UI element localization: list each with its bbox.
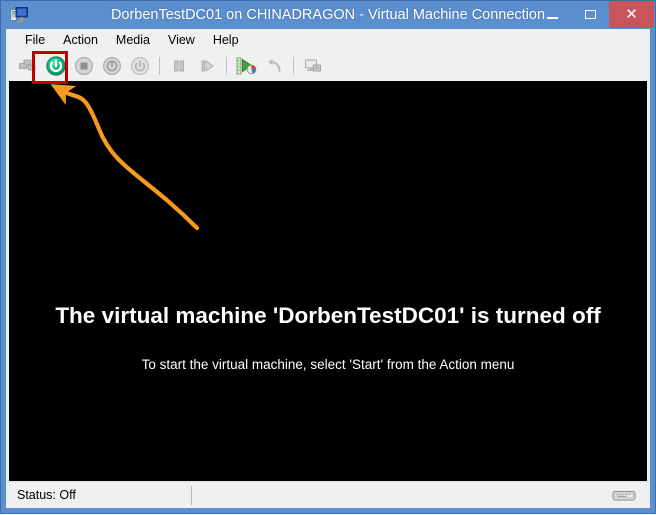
toolbar-separator-2 (226, 57, 227, 75)
toolbar-revert-button (260, 53, 288, 79)
menu-view[interactable]: View (159, 31, 204, 49)
title-bar[interactable]: DorbenTestDC01 on CHINADRAGON - Virtual … (1, 1, 655, 29)
minimize-icon (546, 17, 558, 19)
toolbar-save-state-button (126, 53, 154, 79)
menu-bar: File Action Media View Help (6, 29, 650, 51)
resume-icon (201, 60, 214, 72)
toolbar-pause-button (165, 53, 193, 79)
menu-action[interactable]: Action (54, 31, 107, 49)
status-separator (191, 486, 192, 505)
vm-status-message-title: The virtual machine 'DorbenTestDC01' is … (55, 303, 601, 328)
toolbar-shut-down-button (98, 53, 126, 79)
maximize-button[interactable] (571, 1, 609, 28)
toolbar-enhanced-session-button (299, 53, 327, 79)
ctrl-alt-delete-icon (19, 59, 36, 71)
vm-status-message-subtitle: To start the virtual machine, select 'St… (141, 357, 515, 372)
menu-media[interactable]: Media (107, 31, 159, 49)
toolbar-separator-3 (293, 57, 294, 75)
revert-icon (268, 58, 281, 73)
toolbar-separator-1 (159, 57, 160, 75)
vm-display-area[interactable]: The virtual machine 'DorbenTestDC01' is … (9, 81, 647, 504)
close-button[interactable]: ✕ (609, 1, 654, 28)
toolbar-resume-button (193, 53, 221, 79)
keyboard-device-icon (612, 489, 636, 502)
toolbar-turn-off-button (70, 53, 98, 79)
client-area: File Action Media View Help The virtual … (6, 29, 650, 508)
close-icon: ✕ (625, 6, 638, 23)
vm-connection-window: DorbenTestDC01 on CHINADRAGON - Virtual … (0, 0, 656, 514)
save-state-icon (131, 57, 149, 75)
window-controls: ✕ (533, 1, 654, 28)
toolbar-checkpoint-button[interactable] (232, 53, 260, 79)
minimize-button[interactable] (533, 1, 571, 28)
status-text: Status: Off (17, 488, 76, 502)
vm-connection-icon (10, 6, 28, 24)
enhanced-session-icon (305, 59, 321, 72)
menu-help[interactable]: Help (204, 31, 248, 49)
start-power-icon (46, 56, 66, 76)
checkpoint-icon (236, 57, 257, 75)
toolbar-start-button[interactable] (42, 53, 70, 79)
toolbar-ctrl-alt-delete-button (14, 53, 42, 79)
pause-icon (174, 60, 184, 72)
maximize-icon (584, 10, 596, 19)
status-bar: Status: Off (6, 481, 650, 508)
toolbar (6, 51, 650, 81)
shut-down-icon (103, 57, 121, 75)
menu-file[interactable]: File (16, 31, 54, 49)
turn-off-icon (75, 57, 93, 75)
